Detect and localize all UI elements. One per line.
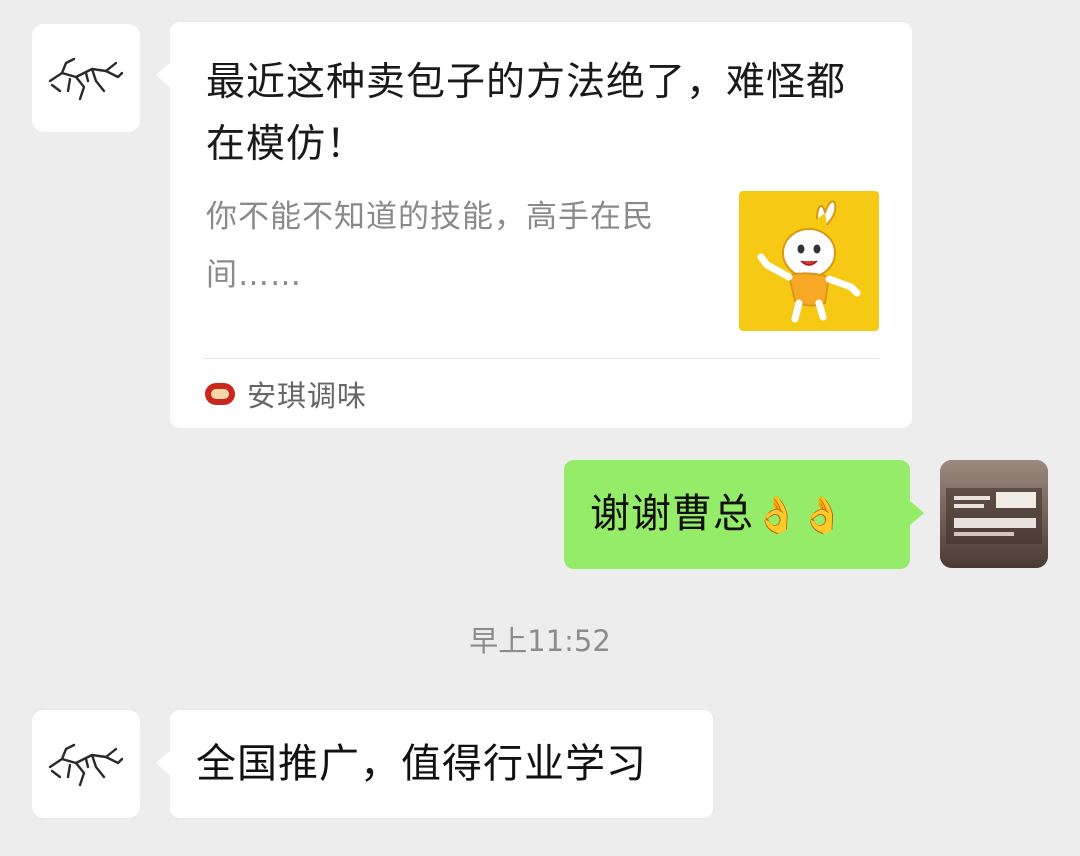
link-card-description: 你不能不知道的技能，高手在民间……: [206, 199, 654, 293]
link-card-message[interactable]: 最近这种卖包子的方法绝了，难怪都在模仿！ 你不能不知道的技能，高手在民间…… 安…: [156, 22, 912, 428]
sender-avatar[interactable]: [32, 710, 140, 818]
ok-hand-emoji: 👌👌: [754, 495, 846, 536]
link-card-title: 最近这种卖包子的方法绝了，难怪都在模仿！: [206, 60, 847, 167]
bird-fossil-icon: [48, 743, 124, 787]
sender-avatar[interactable]: [32, 24, 140, 132]
link-card-source[interactable]: 安琪调味: [203, 372, 367, 416]
link-card-source-name: 安琪调味: [247, 379, 368, 413]
link-card-thumbnail: [739, 191, 879, 331]
bird-fossil-icon: [48, 57, 124, 101]
link-card-divider: [203, 358, 879, 359]
own-avatar[interactable]: [940, 460, 1048, 568]
message-timestamp: 早上11:52: [469, 624, 611, 658]
text-message-content: 全国推广，值得行业学习: [196, 741, 647, 787]
reply-message[interactable]: 谢谢曹总👌👌: [564, 460, 924, 569]
shortcut-sign-avatar-icon: [940, 460, 1048, 568]
baozi-mascot-icon: [757, 200, 861, 323]
source-logo-icon: [205, 383, 235, 405]
reply-message-text: 谢谢曹总: [590, 491, 754, 537]
text-message[interactable]: 全国推广，值得行业学习: [156, 710, 713, 818]
